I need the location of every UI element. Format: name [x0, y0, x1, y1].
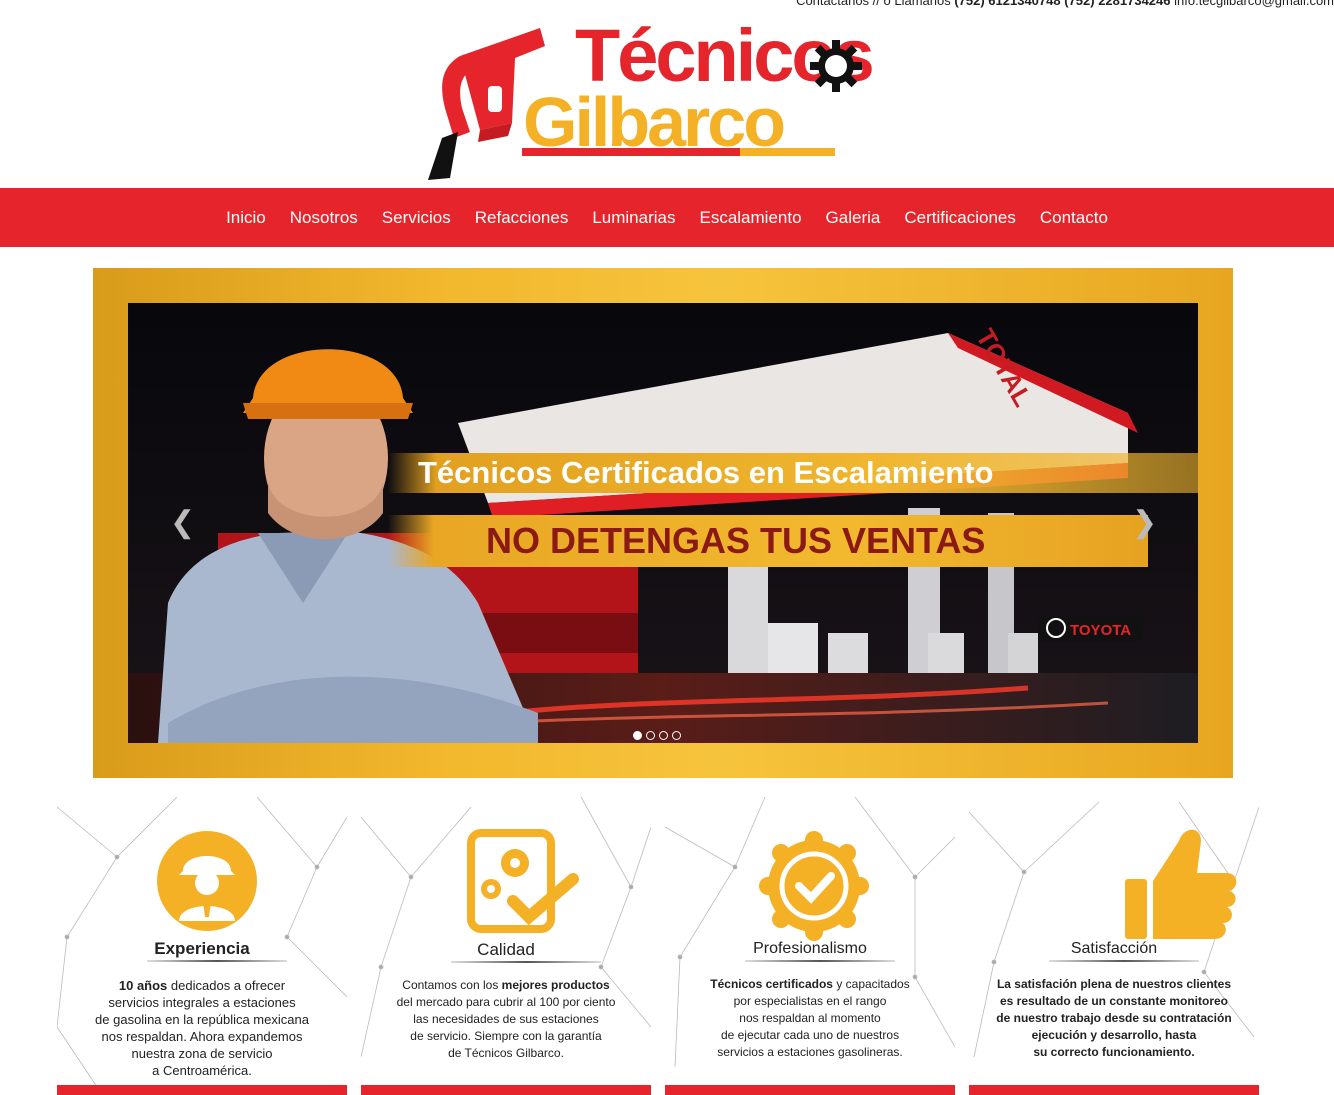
feature-card-calidad: Calidad Contamos con los mejores product…: [361, 797, 651, 1095]
title-underline: [1049, 960, 1199, 962]
phone-2[interactable]: (752) 2281734246: [1064, 0, 1170, 8]
contact-prefix: Contactanos // ó Llámanos: [796, 0, 951, 8]
nav-inicio[interactable]: Inicio: [214, 188, 278, 247]
email-link[interactable]: info.tecgilbarco@gmail.com: [1174, 0, 1334, 8]
nav-contacto[interactable]: Contacto: [1028, 188, 1120, 247]
slider-indicators: [633, 731, 681, 740]
nav-certificaciones[interactable]: Certificaciones: [892, 188, 1028, 247]
nav-escalamiento[interactable]: Escalamiento: [687, 188, 813, 247]
nav-nosotros[interactable]: Nosotros: [278, 188, 370, 247]
feature-card-experiencia: Experiencia 10 años dedicados a ofrecer …: [57, 797, 347, 1095]
subheadline-band: NO DETENGAS TUS VENTAS: [388, 515, 1148, 567]
feature-description: Técnicos certificados y capacitados por …: [710, 977, 910, 1059]
slider-dot-4[interactable]: [672, 731, 681, 740]
worker-icon: [157, 831, 257, 931]
feature-card-profesionalismo: Profesionalismo Técnicos certificados y …: [665, 797, 955, 1095]
phone-1[interactable]: (752) 6121340748: [954, 0, 1060, 8]
top-contact-bar: Contactanos // ó Llámanos (752) 61213407…: [796, 0, 1334, 8]
slider-dot-3[interactable]: [659, 731, 668, 740]
card-bottom-bar: [361, 1085, 651, 1095]
headline-band: Técnicos Certificados en Escalamiento: [388, 453, 1198, 493]
nav-refacciones[interactable]: Refacciones: [463, 188, 581, 247]
site-logo[interactable]: Técnicos Gilbarco: [420, 16, 920, 184]
chevron-left-icon[interactable]: ❮: [170, 508, 195, 538]
chevron-right-icon[interactable]: ❯: [1132, 508, 1157, 538]
feature-cards: Experiencia 10 años dedicados a ofrecer …: [57, 797, 1269, 1095]
feature-description: Contamos con los mejores productos del m…: [396, 978, 616, 1060]
title-underline: [745, 960, 895, 962]
nav-galeria[interactable]: Galeria: [814, 188, 893, 247]
badge-check-icon: [759, 831, 869, 941]
feature-card-satisfaccion: Satisfacción La satisfación plena de nue…: [969, 797, 1259, 1095]
card-bottom-bar: [57, 1085, 347, 1095]
slider-dot-1[interactable]: [633, 731, 642, 740]
card-bottom-bar: [969, 1085, 1259, 1095]
main-navbar: Inicio Nosotros Servicios Refacciones Lu…: [0, 188, 1334, 247]
feature-title: Calidad: [477, 940, 535, 959]
hero-slider-frame: TOYOTA TOTAL Técnicos Certificados en Es…: [93, 268, 1233, 778]
card-bottom-bar: [665, 1085, 955, 1095]
title-underline: [451, 961, 601, 963]
hero-slide[interactable]: TOYOTA TOTAL Técnicos Certificados en Es…: [128, 303, 1198, 743]
slider-dot-2[interactable]: [646, 731, 655, 740]
feature-description: 10 años dedicados a ofrecer servicios in…: [95, 978, 309, 1078]
feature-title: Profesionalismo: [753, 940, 867, 957]
feature-title: Experiencia: [154, 939, 250, 958]
toyota-sign: TOYOTA: [1070, 622, 1131, 639]
slider-headline: Técnicos Certificados en Escalamiento: [418, 455, 994, 490]
thumbs-up-icon: [1125, 829, 1237, 939]
feature-description: La satisfación plena de nuestros cliente…: [996, 977, 1232, 1059]
quality-gears-check-icon: [467, 829, 579, 933]
feature-title: Satisfacción: [1070, 940, 1158, 957]
main-nav: Inicio Nosotros Servicios Refacciones Lu…: [0, 188, 1334, 247]
nav-luminarias[interactable]: Luminarias: [580, 188, 687, 247]
gear-icon: [810, 40, 862, 92]
title-underline: [147, 960, 287, 962]
slider-subheadline: NO DETENGAS TUS VENTAS: [486, 520, 986, 561]
logo-underline-accent: [740, 148, 835, 156]
nav-servicios[interactable]: Servicios: [370, 188, 463, 247]
